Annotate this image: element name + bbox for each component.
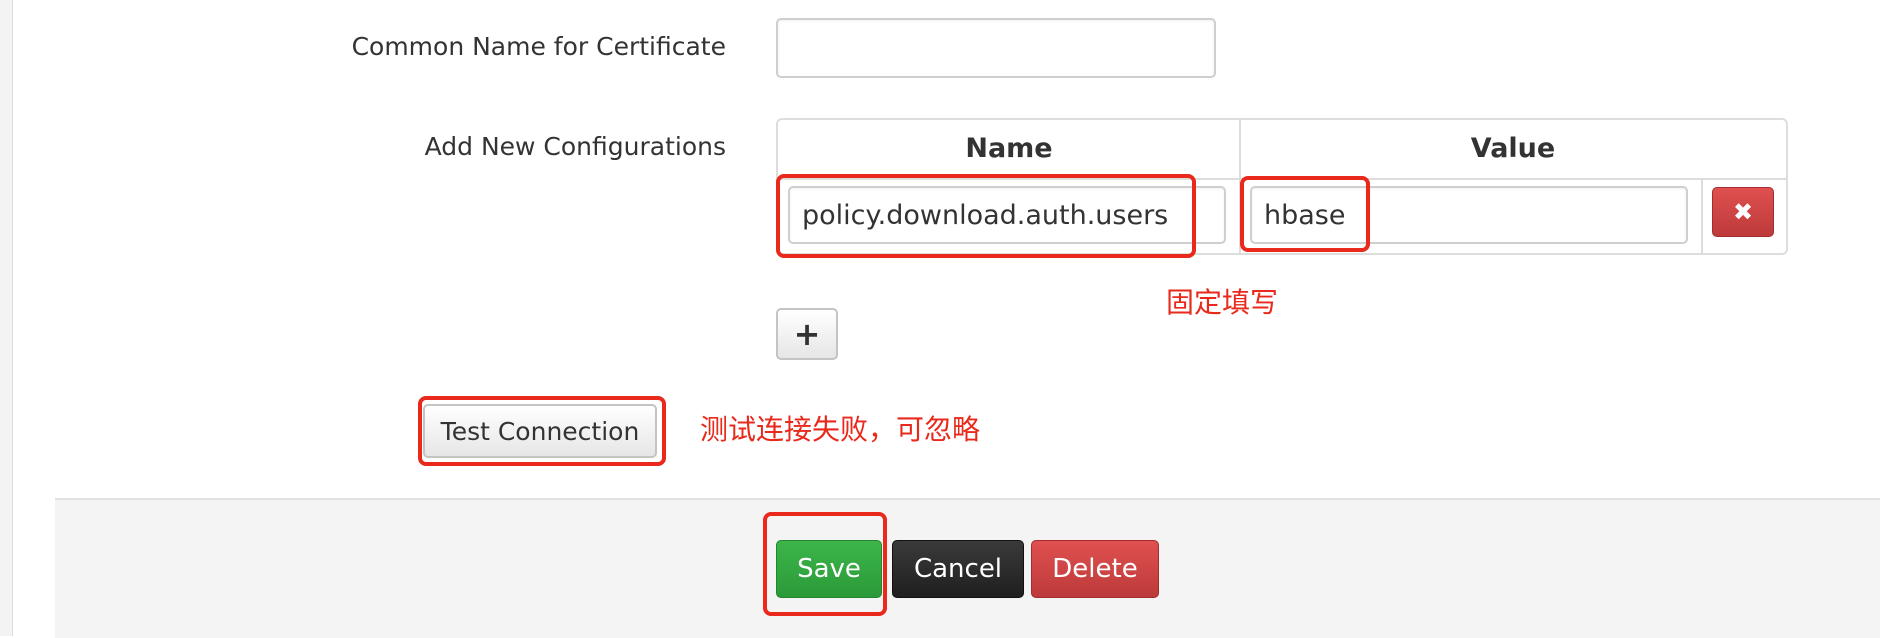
fixed-fill-note: 固定填写 [1166,286,1279,319]
name-column-header: Name [965,133,1053,164]
value-column-header: Value [1470,133,1556,164]
test-connection-label: Test Connection [440,416,640,446]
delete-button[interactable]: Delete [1031,540,1159,598]
left-edge-scrollbar [0,0,13,636]
configurations-label: Add New Configurations [424,132,726,161]
cancel-button[interactable]: Cancel [892,540,1024,598]
cancel-label: Cancel [913,554,1003,584]
common-name-input[interactable] [776,18,1216,78]
test-connection-button[interactable]: Test Connection [423,404,657,458]
config-name-input[interactable] [788,186,1226,244]
common-name-label: Common Name for Certificate [351,32,726,61]
save-button[interactable]: Save [776,540,882,598]
test-connection-note: 测试连接失败，可忽略 [700,413,981,446]
remove-config-button[interactable]: ✖ [1712,187,1774,237]
close-icon: ✖ [1732,198,1754,226]
add-config-button[interactable]: + [776,308,838,360]
plus-icon: + [793,315,821,353]
save-label: Save [797,554,861,584]
config-value-input[interactable] [1250,186,1688,244]
delete-label: Delete [1052,554,1138,584]
